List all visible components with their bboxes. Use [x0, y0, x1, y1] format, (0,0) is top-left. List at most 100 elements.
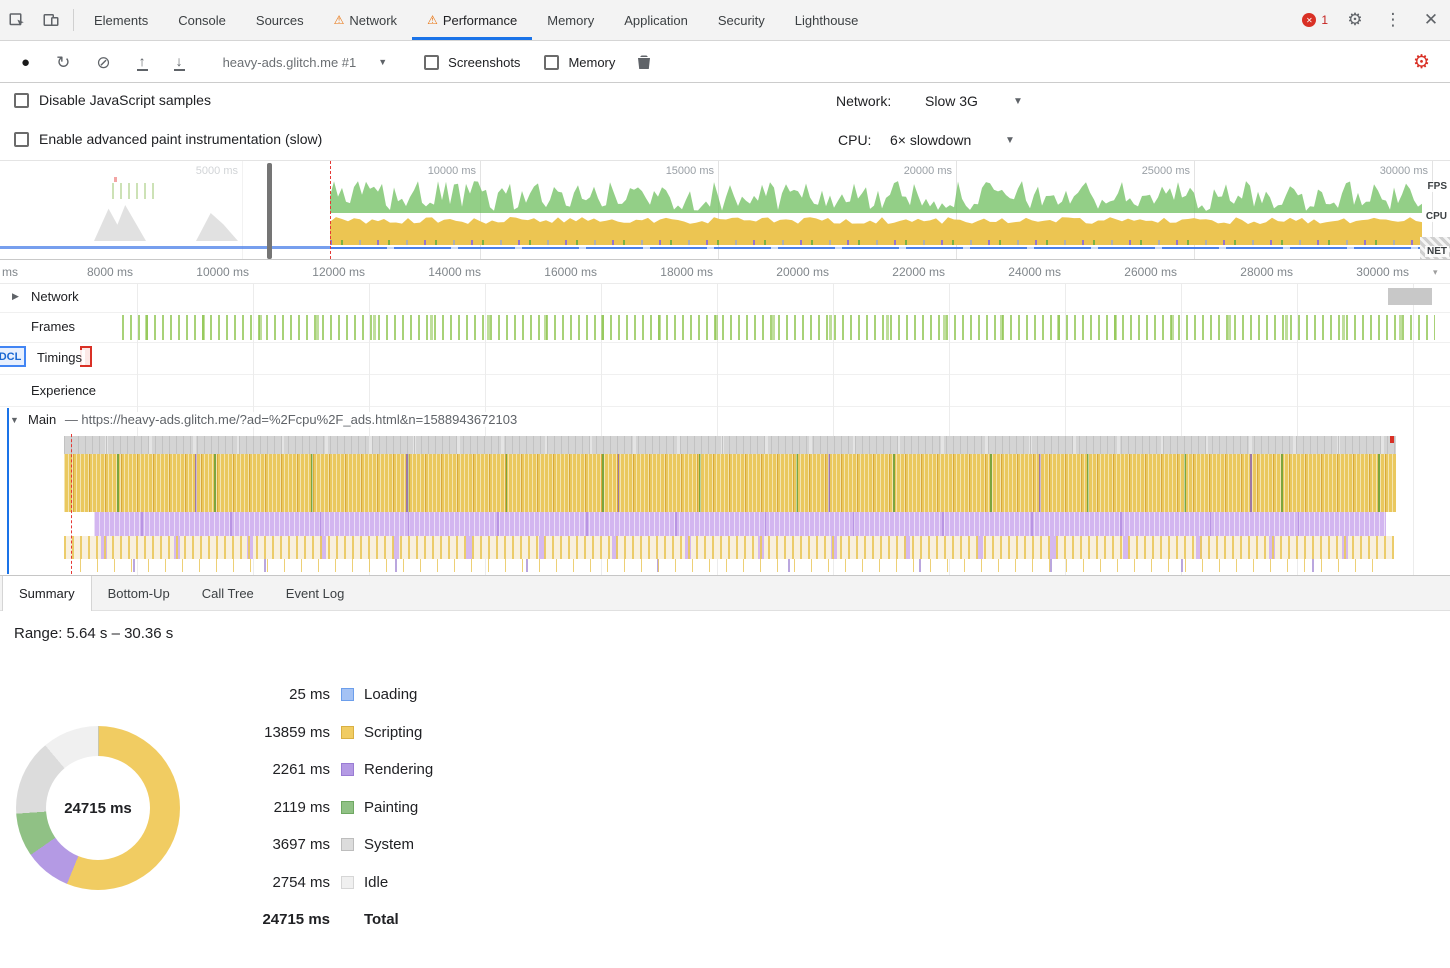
time-tick-label: 28000 ms: [1183, 265, 1293, 279]
network-throttle-select[interactable]: Slow 3G: [925, 93, 978, 109]
legend-value: 2261 ms: [180, 761, 330, 778]
time-unit-label: ms: [2, 265, 18, 279]
overview-time-label: 30000 ms: [1328, 165, 1428, 177]
dcl-marker[interactable]: DCL: [0, 346, 26, 367]
garbage-collect-button[interactable]: [627, 54, 661, 70]
error-count: 1: [1321, 13, 1328, 27]
row-separator: [0, 374, 1450, 375]
tab-sources[interactable]: Sources: [241, 0, 319, 40]
tab-label: Performance: [443, 13, 517, 28]
tab-event-log[interactable]: Event Log: [270, 576, 361, 610]
tab-label: Bottom-Up: [108, 586, 170, 601]
tab-application[interactable]: Application: [609, 0, 703, 40]
tab-security[interactable]: Security: [703, 0, 780, 40]
warning-icon: ⚠: [334, 14, 345, 26]
flame-chart-mixed-row[interactable]: [64, 536, 1394, 559]
kebab-icon: ⋮: [1385, 10, 1402, 30]
tracks-canvas[interactable]: ▶ Network Frames DCL Timings Experience …: [0, 284, 1450, 575]
dropdown-icon[interactable]: ▼: [1005, 135, 1015, 146]
disable-js-samples-checkbox[interactable]: [14, 93, 29, 108]
time-tick-label: 10000 ms: [139, 265, 249, 279]
tab-lighthouse[interactable]: Lighthouse: [780, 0, 874, 40]
horizontal-scrollbar-thumb[interactable]: [1388, 288, 1432, 305]
memory-label: Memory: [568, 55, 615, 70]
tab-summary[interactable]: Summary: [2, 576, 92, 611]
more-options-button[interactable]: ⋮: [1374, 0, 1412, 40]
tab-label: Sources: [256, 13, 304, 28]
tab-label: Application: [624, 13, 688, 28]
track-label-main[interactable]: Main — https://heavy-ads.glitch.me/?ad=%…: [28, 412, 517, 427]
tab-elements[interactable]: Elements: [79, 0, 163, 40]
flame-chart-scripting-row[interactable]: [64, 454, 1396, 483]
divider: [73, 9, 74, 31]
error-icon: ✕: [1302, 13, 1316, 27]
overview-track[interactable]: FPS CPU NET 5000 ms10000 ms15000 ms20000…: [0, 160, 1450, 260]
load-profile-button[interactable]: ↑: [137, 54, 148, 71]
record-button[interactable]: ●: [21, 55, 30, 70]
scrollbar-arrow-icon[interactable]: ▾: [1433, 267, 1438, 278]
tab-call-tree[interactable]: Call Tree: [186, 576, 270, 610]
track-label-timings[interactable]: Timings: [34, 350, 85, 365]
capture-settings-button[interactable]: ⚙: [1413, 51, 1430, 74]
time-tick-label: 16000 ms: [487, 265, 597, 279]
settings-button[interactable]: ⚙: [1336, 0, 1374, 40]
screenshots-toggle[interactable]: Screenshots: [424, 55, 520, 70]
overview-time-label: 15000 ms: [614, 165, 714, 177]
flame-chart-rendering-row[interactable]: [94, 512, 1386, 536]
tab-performance[interactable]: ⚠Performance: [412, 0, 532, 40]
tab-label: Network: [349, 13, 397, 28]
flame-chart-sparse-row[interactable]: [80, 559, 1380, 572]
reload-and-record-button[interactable]: ↻: [56, 54, 70, 71]
legend-value: 3697 ms: [180, 836, 330, 853]
track-label-network[interactable]: Network: [28, 289, 82, 304]
dropdown-icon[interactable]: ▼: [1013, 96, 1023, 107]
time-tick-label: 24000 ms: [951, 265, 1061, 279]
tab-label: Console: [178, 13, 226, 28]
advanced-paint-checkbox[interactable]: [14, 132, 29, 147]
expand-icon[interactable]: ▶: [12, 291, 19, 302]
error-badge[interactable]: ✕ 1: [1294, 0, 1336, 40]
overview-selection-handle[interactable]: [267, 163, 272, 259]
overview-unselected-region[interactable]: [0, 161, 330, 259]
tab-console[interactable]: Console: [163, 0, 241, 40]
timeline-ruler: ms ▾ 8000 ms10000 ms12000 ms14000 ms1600…: [0, 261, 1450, 284]
tab-network[interactable]: ⚠ Network: [319, 0, 412, 40]
flame-chart-task-row[interactable]: [64, 436, 1396, 454]
flame-chart-scripting-row[interactable]: [64, 483, 1396, 512]
tab-memory[interactable]: Memory: [532, 0, 609, 40]
cpu-throttle-select[interactable]: 6× slowdown: [890, 132, 971, 148]
devtools-window: Elements Console Sources ⚠ Network ⚠Perfo…: [0, 0, 1450, 968]
disable-js-samples-toggle[interactable]: Disable JavaScript samples: [14, 92, 211, 108]
legend-row-idle: 2754 ms Idle: [0, 874, 620, 894]
inspect-element-button[interactable]: [0, 0, 34, 40]
screenshots-label: Screenshots: [448, 55, 520, 70]
legend-label: Idle: [364, 874, 388, 891]
memory-toggle[interactable]: Memory: [544, 55, 615, 70]
time-tick-label: 18000 ms: [603, 265, 713, 279]
frames-activity[interactable]: [122, 315, 1435, 340]
range-label: Range: 5.64 s – 30.36 s: [14, 625, 173, 642]
legend-swatch-idle: [341, 876, 354, 889]
close-devtools-button[interactable]: ✕: [1412, 0, 1450, 40]
cpu-throttle-label: CPU:: [838, 132, 871, 148]
device-toolbar-button[interactable]: [34, 0, 68, 40]
collapse-icon[interactable]: ▼: [10, 415, 19, 425]
legend-row-painting: 2119 ms Painting: [0, 799, 620, 819]
trash-icon: [637, 54, 651, 70]
screenshots-checkbox[interactable]: [424, 55, 439, 70]
legend-label: System: [364, 836, 414, 853]
tab-label: Lighthouse: [795, 13, 859, 28]
track-label-experience[interactable]: Experience: [28, 383, 99, 398]
memory-checkbox[interactable]: [544, 55, 559, 70]
track-label-frames[interactable]: Frames: [28, 319, 78, 334]
history-selector[interactable]: heavy-ads.glitch.me #1 ▼: [223, 55, 388, 70]
legend-swatch-rendering: [341, 763, 354, 776]
gear-icon: ⚙: [1347, 10, 1362, 30]
tab-label: Security: [718, 13, 765, 28]
legend-row-system: 3697 ms System: [0, 836, 620, 856]
advanced-paint-toggle[interactable]: Enable advanced paint instrumentation (s…: [14, 131, 322, 147]
tab-bottom-up[interactable]: Bottom-Up: [92, 576, 186, 610]
save-profile-button[interactable]: ↓: [174, 54, 185, 71]
overview-time-label: 10000 ms: [376, 165, 476, 177]
clear-recording-button[interactable]: ⊘: [96, 54, 110, 71]
